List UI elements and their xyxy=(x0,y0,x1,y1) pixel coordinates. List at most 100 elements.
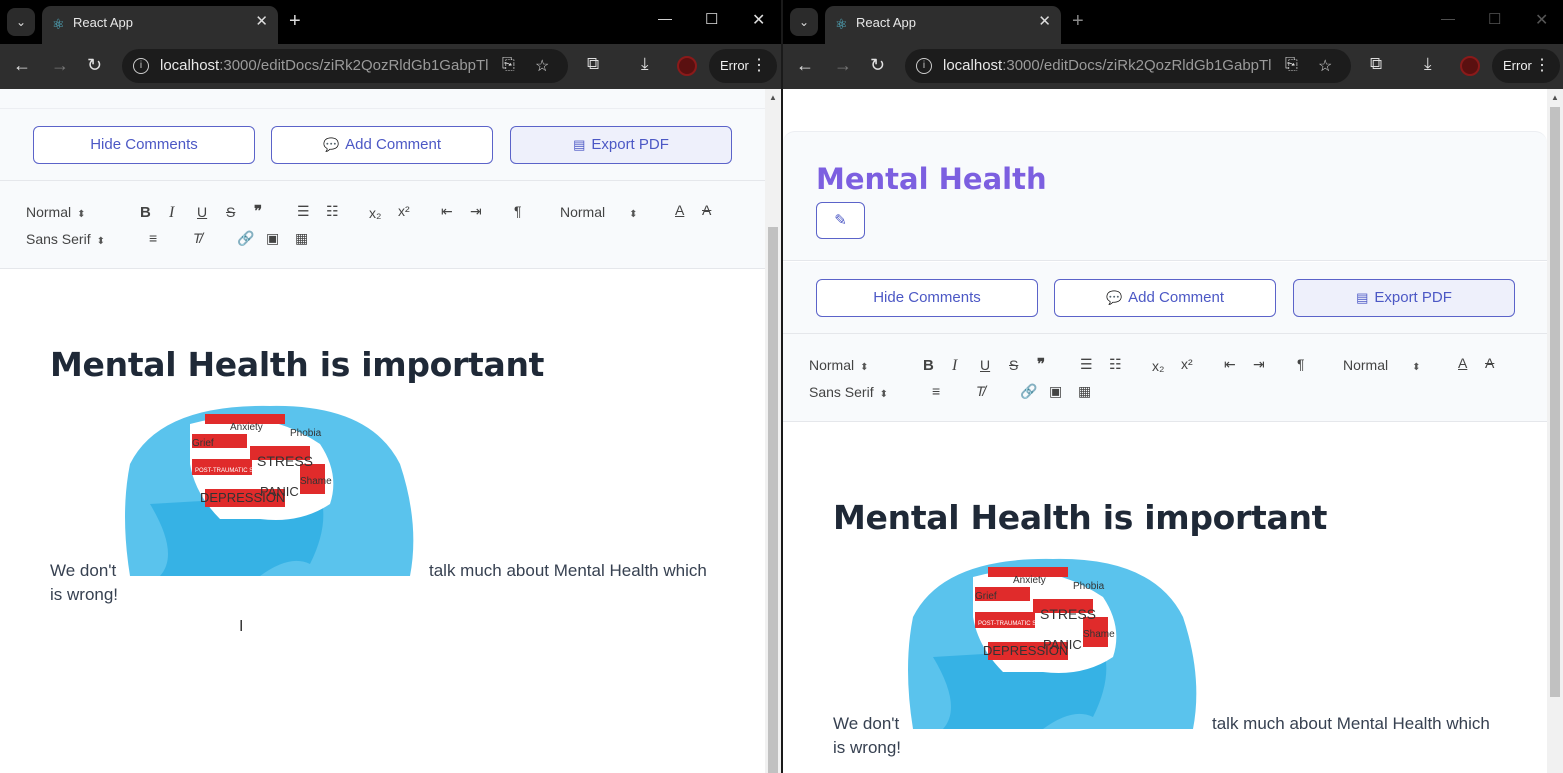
blockquote-icon[interactable]: ❞ xyxy=(1037,355,1045,373)
scroll-up-icon[interactable]: ▲ xyxy=(1551,93,1559,102)
scrollbar-thumb[interactable] xyxy=(1550,107,1560,697)
paragraph-line2: is wrong! xyxy=(833,738,902,757)
font-select[interactable]: Sans Serif ⬍ xyxy=(809,384,888,400)
indent-icon[interactable]: ⇥ xyxy=(1253,356,1265,373)
error-button[interactable]: Error ⋮ xyxy=(1492,49,1560,83)
page-scrollbar[interactable]: ▲ xyxy=(765,89,781,773)
profile-avatar[interactable] xyxy=(1460,56,1480,76)
text-direction-icon[interactable]: ¶ xyxy=(514,203,522,219)
indent-icon[interactable]: ⇥ xyxy=(470,203,482,220)
image-icon[interactable]: ▣ xyxy=(266,230,279,247)
site-info-icon[interactable]: i xyxy=(133,58,149,74)
paragraph-continue: talk much about Mental Health which xyxy=(1212,714,1490,733)
address-bar[interactable]: i localhost:3000/editDocs/ziRk2QozRldGb1… xyxy=(122,49,568,83)
bookmark-star-icon[interactable]: ☆ xyxy=(1318,56,1332,76)
maximize-icon[interactable]: ☐ xyxy=(1488,10,1501,28)
bookmark-star-icon[interactable]: ☆ xyxy=(535,56,549,76)
outdent-icon[interactable]: ⇤ xyxy=(441,203,453,220)
add-comment-button[interactable]: 💬 Add Comment xyxy=(1054,279,1276,317)
header-select[interactable]: Normal ⬍ xyxy=(26,204,86,220)
new-tab-icon[interactable]: + xyxy=(289,9,301,33)
video-icon[interactable]: ▦ xyxy=(295,230,308,247)
site-info-icon[interactable]: i xyxy=(916,58,932,74)
bold-icon[interactable]: B xyxy=(923,357,934,374)
menu-kebab-icon[interactable]: ⋮ xyxy=(751,49,767,83)
image-icon[interactable]: ▣ xyxy=(1049,383,1062,400)
paragraph-line2: is wrong! xyxy=(50,585,119,604)
browser-tab[interactable]: ⚛ React App ✕ xyxy=(825,6,1061,44)
minimize-icon[interactable]: — xyxy=(658,10,672,26)
video-icon[interactable]: ▦ xyxy=(1078,383,1091,400)
ordered-list-icon[interactable]: ☰ xyxy=(297,203,310,220)
menu-kebab-icon[interactable]: ⋮ xyxy=(1534,49,1550,83)
header-select[interactable]: Normal ⬍ xyxy=(809,357,869,373)
minimize-icon[interactable]: — xyxy=(1441,10,1455,26)
subscript-icon[interactable]: x₂ xyxy=(369,205,381,221)
strike-icon[interactable]: S xyxy=(226,204,235,220)
page-scrollbar[interactable]: ▲ xyxy=(1547,89,1563,773)
back-icon[interactable]: ← xyxy=(13,54,31,76)
bullet-list-icon[interactable]: ☷ xyxy=(326,203,339,220)
hide-comments-button[interactable]: Hide Comments xyxy=(33,126,255,164)
export-pdf-button[interactable]: ▤ Export PDF xyxy=(510,126,732,164)
background-color-icon[interactable]: A xyxy=(1485,355,1494,371)
reload-icon[interactable]: ↻ xyxy=(87,54,102,76)
ordered-list-icon[interactable]: ☰ xyxy=(1080,356,1093,373)
download-icon[interactable]: ⤓ xyxy=(1424,54,1432,74)
download-icon[interactable]: ⤓ xyxy=(641,54,649,74)
add-comment-button[interactable]: 💬 Add Comment xyxy=(271,126,493,164)
background-color-icon[interactable]: A xyxy=(702,202,711,218)
link-icon[interactable]: 🔗 xyxy=(237,230,254,247)
align-icon[interactable]: ≡ xyxy=(149,230,157,246)
forward-icon[interactable]: → xyxy=(834,54,852,76)
back-icon[interactable]: ← xyxy=(796,54,814,76)
font-select[interactable]: Sans Serif ⬍ xyxy=(26,231,105,247)
edit-title-button[interactable]: ✎ xyxy=(816,202,865,239)
align-icon[interactable]: ≡ xyxy=(932,383,940,399)
text-color-icon[interactable]: A xyxy=(675,202,684,218)
profile-avatar[interactable] xyxy=(677,56,697,76)
blockquote-icon[interactable]: ❞ xyxy=(254,202,262,220)
bold-icon[interactable]: B xyxy=(140,204,151,221)
error-button[interactable]: Error ⋮ xyxy=(709,49,777,83)
italic-icon[interactable]: I xyxy=(952,357,957,375)
install-app-icon[interactable]: ⎘ xyxy=(502,56,515,74)
bullet-list-icon[interactable]: ☷ xyxy=(1109,356,1122,373)
superscript-icon[interactable]: x² xyxy=(1181,356,1193,372)
clear-format-icon[interactable]: T̸ xyxy=(193,230,202,246)
scrollbar-thumb[interactable] xyxy=(768,227,778,773)
outdent-icon[interactable]: ⇤ xyxy=(1224,356,1236,373)
close-window-icon[interactable]: ✕ xyxy=(752,10,765,30)
size-select[interactable]: Normal ⬍ xyxy=(560,204,638,220)
underline-icon[interactable]: U xyxy=(980,357,990,373)
extensions-icon[interactable]: ⧉ xyxy=(1370,54,1382,74)
close-tab-icon[interactable]: ✕ xyxy=(255,12,268,30)
link-icon[interactable]: 🔗 xyxy=(1020,383,1037,400)
new-tab-icon[interactable]: + xyxy=(1072,9,1084,33)
hide-comments-button[interactable]: Hide Comments xyxy=(816,279,1038,317)
italic-icon[interactable]: I xyxy=(169,204,174,222)
editor-area[interactable]: Mental Health is important Anxiety Phobi… xyxy=(783,422,1547,773)
address-bar[interactable]: i localhost:3000/editDocs/ziRk2QozRldGb1… xyxy=(905,49,1351,83)
export-pdf-button[interactable]: ▤ Export PDF xyxy=(1293,279,1515,317)
close-window-icon[interactable]: ✕ xyxy=(1535,10,1548,30)
tab-search-icon[interactable]: ⌄ xyxy=(790,8,818,36)
browser-tab[interactable]: ⚛ React App ✕ xyxy=(42,6,278,44)
strike-icon[interactable]: S xyxy=(1009,357,1018,373)
install-app-icon[interactable]: ⎘ xyxy=(1285,56,1298,74)
extensions-icon[interactable]: ⧉ xyxy=(587,54,599,74)
scroll-up-icon[interactable]: ▲ xyxy=(769,93,777,102)
maximize-icon[interactable]: ☐ xyxy=(705,10,718,28)
text-direction-icon[interactable]: ¶ xyxy=(1297,356,1305,372)
tab-search-icon[interactable]: ⌄ xyxy=(7,8,35,36)
clear-format-icon[interactable]: T̸ xyxy=(976,383,985,399)
size-select[interactable]: Normal ⬍ xyxy=(1343,357,1421,373)
subscript-icon[interactable]: x₂ xyxy=(1152,358,1164,374)
close-tab-icon[interactable]: ✕ xyxy=(1038,12,1051,30)
underline-icon[interactable]: U xyxy=(197,204,207,220)
reload-icon[interactable]: ↻ xyxy=(870,54,885,76)
forward-icon[interactable]: → xyxy=(51,54,69,76)
editor-area[interactable]: Mental Health is important Anxiety Phobi… xyxy=(0,269,765,773)
text-color-icon[interactable]: A xyxy=(1458,355,1467,371)
superscript-icon[interactable]: x² xyxy=(398,203,410,219)
